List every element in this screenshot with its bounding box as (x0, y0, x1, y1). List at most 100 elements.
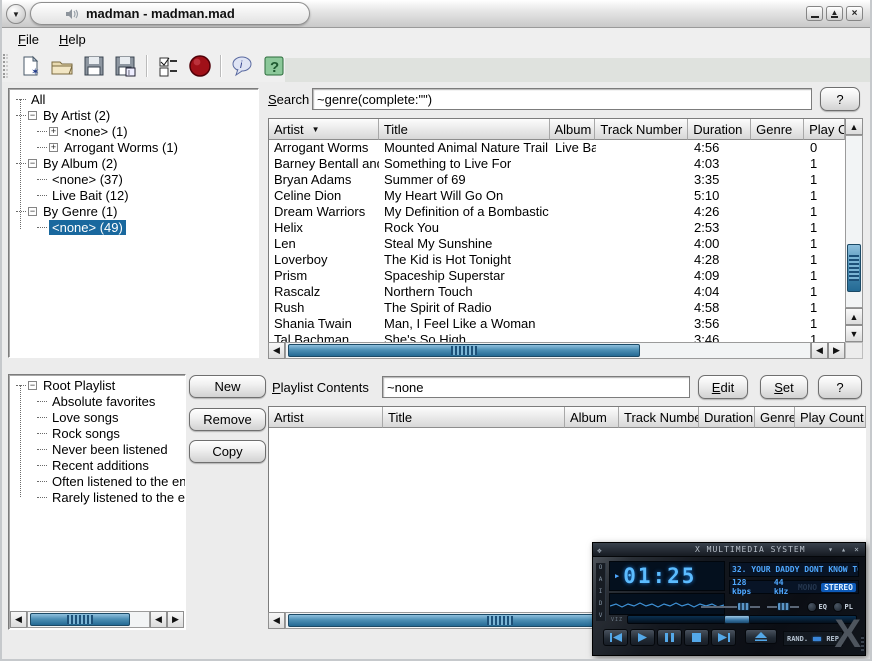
playlist-tree-item[interactable]: Often listened to the end (9, 473, 185, 489)
library-tree-item[interactable]: Live Bait (12) (9, 187, 258, 203)
resize-grip[interactable] (861, 635, 864, 651)
playlist-tree-item[interactable]: Recent additions (9, 457, 185, 473)
table-row[interactable]: Dream Warriors My Definition of a Bombas… (269, 204, 845, 220)
table-row[interactable]: Rush The Spirit of Radio 4:58 1 (269, 300, 845, 316)
hscroll-track[interactable] (27, 611, 150, 628)
column-header[interactable]: Track Number ▼ (595, 119, 688, 140)
playlist-tree-item[interactable]: Rarely listened to the end (9, 489, 185, 505)
hscroll-track[interactable] (285, 342, 811, 359)
balance-slider[interactable] (767, 606, 799, 608)
copy-playlist-button[interactable]: Copy (189, 440, 266, 463)
vertical-splitter[interactable] (259, 88, 268, 358)
xmms-shade-button[interactable]: ▾ (826, 545, 835, 554)
scroll-left-button[interactable]: ◀ (268, 612, 285, 629)
column-header[interactable]: Album ▼ (550, 119, 596, 140)
playlist-tree-item[interactable]: Never been listened (9, 441, 185, 457)
next-button[interactable] (711, 629, 736, 646)
edit-playlist-button[interactable]: Edit (698, 375, 748, 399)
window-titlebar[interactable]: ▼ madman - madman.mad ▲ × (0, 0, 872, 28)
table-row[interactable]: Barney Bentall and... Something to Live … (269, 156, 845, 172)
column-header[interactable]: Play Count (795, 407, 866, 428)
column-header[interactable]: Artist (269, 407, 383, 428)
xmms-titlebar[interactable]: ❖ X MULTIMEDIA SYSTEM ▾ ▴ × (593, 543, 865, 557)
xmms-track-marquee[interactable]: 32. YOUR DADDY DONT KNOW TORON (729, 562, 859, 577)
column-header[interactable]: Genre (755, 407, 795, 428)
new-file-button[interactable]: ✶ (16, 53, 44, 79)
scroll-right-button[interactable]: ▶ (828, 342, 845, 359)
menu-item[interactable]: Help (51, 31, 94, 48)
xmms-clutterbar[interactable]: OAIDV (596, 563, 606, 621)
tip-of-day-button[interactable]: i (228, 53, 256, 79)
save-button[interactable] (80, 53, 108, 79)
table-row[interactable]: Shania Twain Man, I Feel Like a Woman 3:… (269, 316, 845, 332)
column-header[interactable]: Title ▼ (379, 119, 550, 140)
column-header[interactable]: Duration ▼ (688, 119, 751, 140)
tree-expander-icon[interactable]: + (49, 127, 58, 136)
minimize-button[interactable] (806, 6, 823, 21)
scroll-up-button[interactable]: ▲ (845, 118, 863, 135)
scroll-left-button[interactable]: ◀ (268, 342, 285, 359)
tree-expander-icon[interactable]: − (28, 381, 37, 390)
set-playlist-button[interactable]: Set (760, 375, 808, 399)
table-row[interactable]: Len Steal My Sunshine 4:00 1 (269, 236, 845, 252)
table-row[interactable]: Loverboy The Kid is Hot Tonight 4:28 1 (269, 252, 845, 268)
vscroll-track[interactable] (845, 135, 863, 308)
position-thumb[interactable] (724, 615, 750, 624)
tree-expander-icon[interactable]: + (49, 143, 58, 152)
scroll-left-button[interactable]: ◀ (150, 611, 167, 628)
playlist-help-button[interactable]: ? (818, 375, 862, 399)
position-slider[interactable] (627, 615, 857, 624)
column-header[interactable]: Play C ▼ (804, 119, 845, 140)
volume-thumb[interactable] (737, 602, 750, 611)
playlist-tree-item[interactable]: Absolute favorites (9, 393, 185, 409)
library-tree-item[interactable]: − By Album (2) (9, 155, 258, 171)
random-toggle[interactable]: RAND. (787, 635, 808, 643)
library-tree-item[interactable]: All (9, 91, 258, 107)
table-row[interactable]: Celine Dion My Heart Will Go On 5:10 1 (269, 188, 845, 204)
tree-expander-icon[interactable]: − (28, 111, 37, 120)
column-header[interactable]: Title (383, 407, 565, 428)
playlist-contents-input[interactable] (382, 376, 690, 398)
remove-playlist-button[interactable]: Remove (189, 408, 266, 431)
library-tree-item[interactable]: <none> (37) (9, 171, 258, 187)
volume-slider[interactable] (701, 606, 760, 608)
table-row[interactable]: Tal Bachman She's So High 3:46 1 (269, 332, 845, 342)
library-tree-item[interactable]: − By Artist (2) (9, 107, 258, 123)
scroll-left-button[interactable]: ◀ (811, 342, 828, 359)
menu-item[interactable]: File (10, 31, 47, 48)
table-row[interactable]: Bryan Adams Summer of 69 3:35 1 (269, 172, 845, 188)
playlist-tree-item[interactable]: Love songs (9, 409, 185, 425)
scroll-up-button[interactable]: ▲ (845, 308, 863, 325)
vscroll-thumb[interactable] (847, 244, 861, 292)
toolbar-handle[interactable] (3, 54, 8, 78)
library-tree-item[interactable]: − By Genre (1) (9, 203, 258, 219)
column-header[interactable]: Album (565, 407, 619, 428)
title-pill[interactable]: madman - madman.mad (30, 2, 310, 25)
library-tree-item[interactable]: + <none> (1) (9, 123, 258, 139)
playlist-tree-item[interactable]: Rock songs (9, 425, 185, 441)
xmms-player-window[interactable]: ❖ X MULTIMEDIA SYSTEM ▾ ▴ × OAIDV ▶ 01:2… (592, 542, 866, 656)
stop-button[interactable] (186, 53, 214, 79)
search-input[interactable] (312, 88, 812, 110)
open-file-button[interactable] (48, 53, 76, 79)
previous-button[interactable] (603, 629, 628, 646)
scroll-left-button[interactable]: ◀ (10, 611, 27, 628)
table-row[interactable]: Rascalz Northern Touch 4:04 1 (269, 284, 845, 300)
eject-button[interactable] (745, 629, 777, 644)
library-tree-item[interactable]: <none> (49) (9, 219, 258, 235)
close-button[interactable]: × (846, 6, 863, 21)
column-header[interactable]: Genre ▼ (751, 119, 804, 140)
maximize-button[interactable]: ▲ (826, 6, 843, 21)
playlist-button[interactable] (833, 602, 843, 612)
save-as-button[interactable]: I (112, 53, 140, 79)
xmms-unshade-button[interactable]: ▴ (839, 545, 848, 554)
balance-thumb[interactable] (777, 602, 790, 611)
search-help-button[interactable]: ? (820, 87, 860, 111)
table-row[interactable]: Arrogant Worms Mounted Animal Nature Tra… (269, 140, 845, 156)
window-menu-button[interactable]: ▼ (6, 4, 26, 24)
xmms-time-display[interactable]: ▶ 01:25 (609, 561, 725, 591)
horizontal-splitter[interactable] (0, 358, 872, 374)
pause-button[interactable] (657, 629, 682, 646)
scroll-down-button[interactable]: ▼ (845, 325, 863, 342)
new-playlist-button[interactable]: New (189, 375, 266, 398)
